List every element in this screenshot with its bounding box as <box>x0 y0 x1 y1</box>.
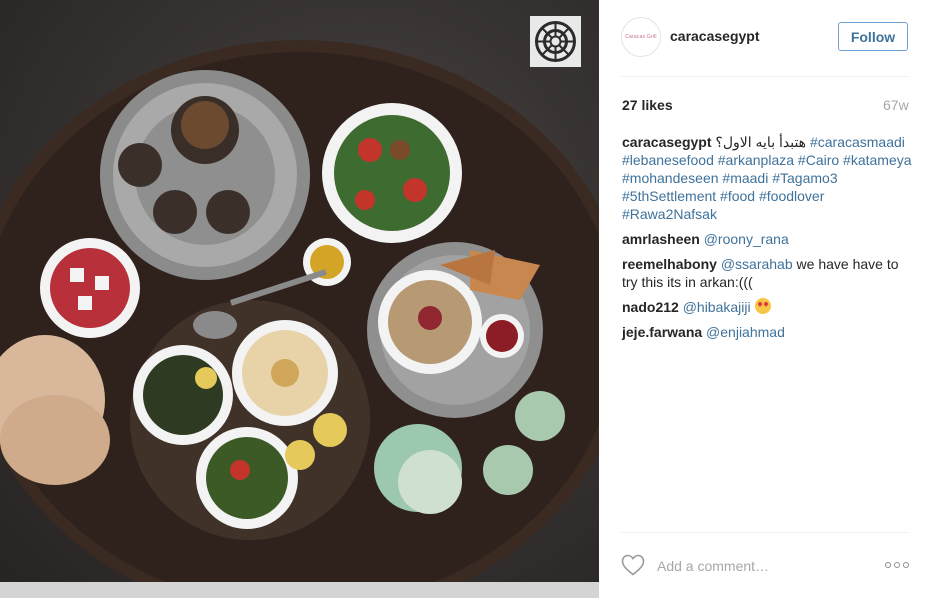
post-username[interactable]: caracasegypt <box>670 28 760 44</box>
instagram-post-view: Caracas Grill caracasegypt Follow 27 lik… <box>0 0 933 598</box>
comment-item: jeje.farwana @enjiahmad <box>622 323 917 341</box>
caption-username[interactable]: caracasegypt <box>622 134 712 150</box>
dot <box>903 562 909 568</box>
comment-item: reemelhabony @ssarahab we have have to t… <box>622 255 917 291</box>
caption-text: هتبدأ بايه الاول؟ <box>715 134 807 150</box>
comment-mention[interactable]: @enjiahmad <box>706 324 785 340</box>
comment-item: nado212 @hibakajiji <box>622 298 917 316</box>
comment-mention[interactable]: @hibakajiji <box>683 299 751 315</box>
post-age[interactable]: 67w <box>883 97 909 113</box>
mezze-table-illustration <box>0 40 599 598</box>
heart-eyes-emoji-icon <box>754 298 771 314</box>
comment-mention[interactable]: @roony_rana <box>704 231 789 247</box>
lemon <box>313 413 347 447</box>
caption: caracasegypt هتبدأ بايه الاول؟ #caracasm… <box>622 133 917 223</box>
more-options-icon[interactable] <box>885 558 911 572</box>
avatar[interactable]: Caracas Grill <box>621 17 661 57</box>
header-divider <box>621 76 909 77</box>
comment-username[interactable]: reemelhabony <box>622 256 717 272</box>
photo-bottom-strip <box>0 582 599 598</box>
footer-divider <box>621 532 909 533</box>
glass <box>483 445 533 495</box>
post-photo[interactable] <box>0 0 599 598</box>
likes-count[interactable]: 27 likes <box>622 97 673 113</box>
arabesque-logo-icon <box>535 21 576 62</box>
brand-logo <box>530 16 581 67</box>
comment-username[interactable]: amrlasheen <box>622 231 700 247</box>
comment-username[interactable]: nado212 <box>622 299 679 315</box>
avatar-text: Caracas Grill <box>625 34 657 40</box>
post-sidebar: Caracas Grill caracasegypt Follow 27 lik… <box>599 0 933 598</box>
dot <box>885 562 891 568</box>
tea-cup <box>153 190 197 234</box>
tea-cup <box>206 190 250 234</box>
post-header: Caracas Grill caracasegypt Follow <box>599 0 933 76</box>
tea-cup <box>118 143 162 187</box>
follow-button[interactable]: Follow <box>838 22 908 51</box>
comment-item: amrlasheen @roony_rana <box>622 230 917 248</box>
comment-mention[interactable]: @ssarahab <box>721 256 793 272</box>
heart-icon[interactable] <box>621 554 645 576</box>
dot <box>894 562 900 568</box>
spoon <box>193 311 237 339</box>
comment-username[interactable]: jeje.farwana <box>622 324 702 340</box>
comments-list: caracasegypt هتبدأ بايه الاول؟ #caracasm… <box>622 133 917 348</box>
comment-input[interactable] <box>657 556 857 576</box>
glass <box>515 391 565 441</box>
